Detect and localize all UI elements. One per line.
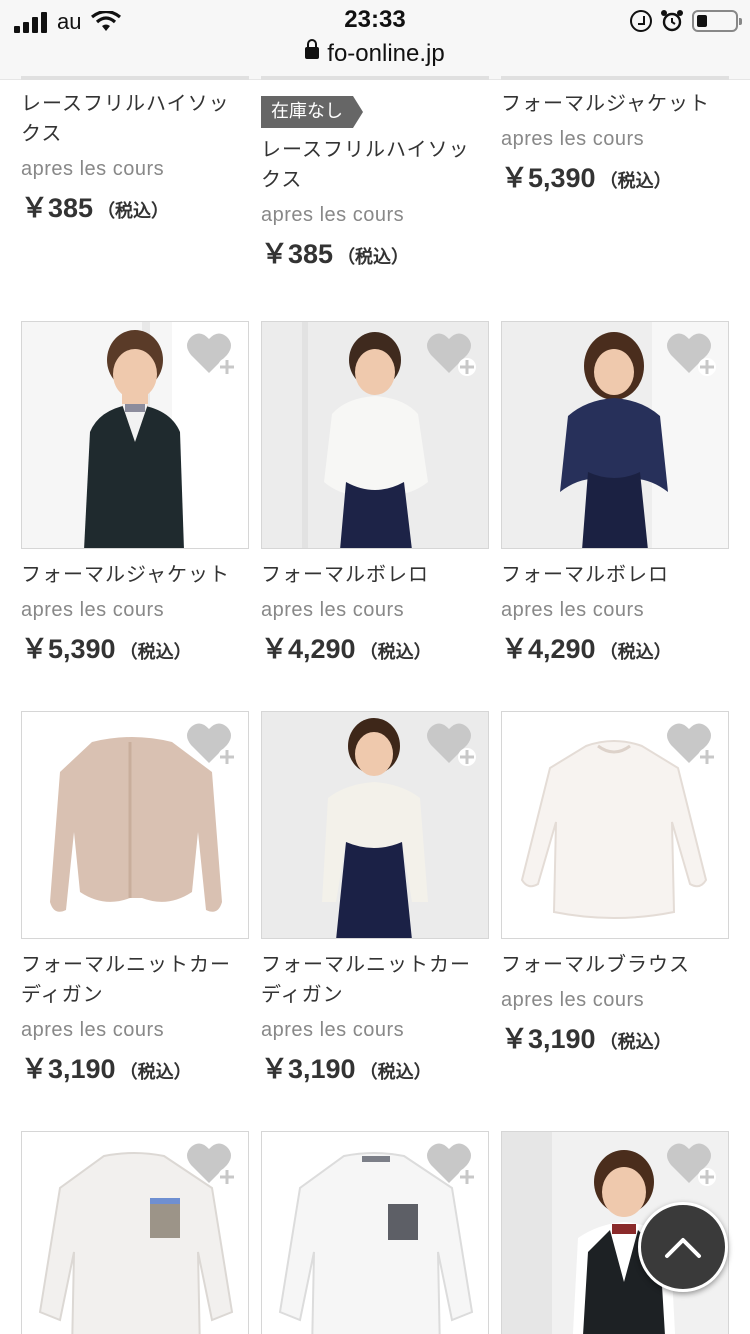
price-amount: ￥385 xyxy=(261,239,334,269)
rotation-lock-icon xyxy=(630,10,652,32)
scroll-to-top-button[interactable] xyxy=(638,1202,728,1292)
heart-plus-icon xyxy=(187,1143,236,1186)
price-tax-label: （税込） xyxy=(359,642,432,662)
product-name: フォーマルジャケット xyxy=(21,562,230,586)
product-brand: apres les cours xyxy=(21,1019,165,1041)
chevron-up-icon xyxy=(665,1238,701,1258)
price-tax-label: （税込） xyxy=(119,1062,192,1082)
url-text: fo-online.jp xyxy=(327,40,445,67)
favorite-button[interactable] xyxy=(425,1139,479,1193)
product-brand: apres les cours xyxy=(501,989,645,1011)
product-card[interactable]: フォーマルジャケット apres les cours ￥5,390 （税込） xyxy=(501,88,729,201)
price-tax-label: （税込） xyxy=(599,1032,672,1052)
product-name: レースフリルハイソックス xyxy=(21,91,230,145)
battery-icon xyxy=(692,10,742,32)
product-brand: apres les cours xyxy=(261,1019,405,1041)
heart-plus-icon xyxy=(187,723,236,766)
product-price: ￥3,190 （税込） xyxy=(501,1021,729,1062)
product-name: レースフリルハイソックス xyxy=(261,137,470,191)
favorite-button[interactable] xyxy=(665,719,719,773)
favorite-button[interactable] xyxy=(185,329,239,383)
price-amount: ￥4,290 xyxy=(261,634,356,664)
favorite-button[interactable] xyxy=(425,719,479,773)
price-amount: ￥4,290 xyxy=(501,634,596,664)
favorite-button[interactable] xyxy=(185,1139,239,1193)
product-card[interactable]: 在庫なし レースフリルハイソックス apres les cours ￥385 （税… xyxy=(261,96,489,277)
price-amount: ￥385 xyxy=(21,193,94,223)
price-tax-label: （税込） xyxy=(599,171,672,191)
heart-plus-icon xyxy=(667,1143,716,1186)
product-price: ￥385 （税込） xyxy=(261,236,489,277)
product-price: ￥5,390 （税込） xyxy=(501,160,729,201)
price-tax-label: （税込） xyxy=(337,247,410,267)
product-brand: apres les cours xyxy=(21,158,165,180)
product-brand: apres les cours xyxy=(501,599,645,621)
product-name: フォーマルジャケット xyxy=(501,91,710,115)
favorite-button[interactable] xyxy=(665,329,719,383)
favorite-button[interactable] xyxy=(425,329,479,383)
favorite-button[interactable] xyxy=(185,719,239,773)
product-name: フォーマルブラウス xyxy=(501,952,690,976)
status-right xyxy=(630,8,742,34)
product-brand: apres les cours xyxy=(261,204,405,226)
product-price: ￥385 （税込） xyxy=(21,190,249,231)
product-image-edge xyxy=(261,76,489,80)
price-amount: ￥3,190 xyxy=(501,1024,596,1054)
heart-plus-icon xyxy=(427,723,476,766)
product-price: ￥4,290 （税込） xyxy=(261,631,489,672)
price-amount: ￥3,190 xyxy=(21,1054,116,1084)
product-price: ￥3,190 （税込） xyxy=(261,1051,489,1092)
product-image-edge xyxy=(21,76,249,80)
price-amount: ￥5,390 xyxy=(501,163,596,193)
product-image-edge xyxy=(501,76,729,80)
product-brand: apres les cours xyxy=(21,599,165,621)
price-tax-label: （税込） xyxy=(119,642,192,662)
browser-status-bar: au 23:33 fo-online.jp xyxy=(0,0,750,80)
product-price: ￥3,190 （税込） xyxy=(21,1051,249,1092)
product-name: フォーマルニットカーディガン xyxy=(21,952,231,1006)
alarm-icon xyxy=(661,10,683,32)
address-bar[interactable]: fo-online.jp xyxy=(0,38,750,68)
heart-plus-icon xyxy=(187,333,236,376)
product-price: ￥4,290 （税込） xyxy=(501,631,729,672)
product-card[interactable]: レースフリルハイソックス apres les cours ￥385 （税込） xyxy=(21,88,249,231)
price-amount: ￥3,190 xyxy=(261,1054,356,1084)
favorite-button[interactable] xyxy=(665,1139,719,1193)
product-brand: apres les cours xyxy=(261,599,405,621)
heart-plus-icon xyxy=(427,333,476,376)
price-tax-label: （税込） xyxy=(97,201,170,221)
price-tax-label: （税込） xyxy=(599,642,672,662)
product-name: フォーマルボレロ xyxy=(501,562,669,586)
heart-plus-icon xyxy=(667,333,716,376)
price-amount: ￥5,390 xyxy=(21,634,116,664)
heart-plus-icon xyxy=(667,723,716,766)
product-name: フォーマルボレロ xyxy=(261,562,429,586)
product-price: ￥5,390 （税込） xyxy=(21,631,249,672)
heart-plus-icon xyxy=(427,1143,476,1186)
product-brand: apres les cours xyxy=(501,128,645,150)
price-tax-label: （税込） xyxy=(359,1062,432,1082)
lock-icon xyxy=(305,38,320,59)
out-of-stock-badge: 在庫なし xyxy=(261,96,363,128)
product-name: フォーマルニットカーディガン xyxy=(261,952,471,1006)
